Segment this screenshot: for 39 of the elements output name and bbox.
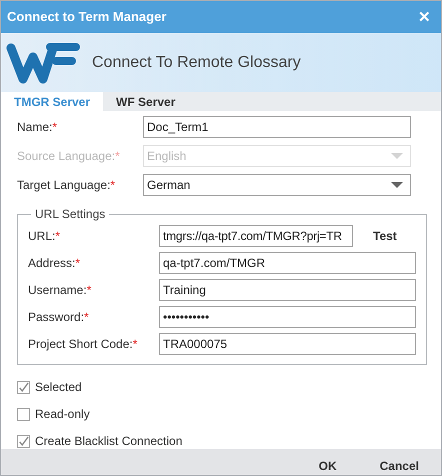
field-label: Project Short Code: [28,336,133,353]
checkbox[interactable] [17,380,30,394]
field-label: Name: [17,119,52,136]
field-label: Source Language: [17,148,116,165]
dropdown-arrow-icon [391,153,403,159]
field-label: Address: [28,255,76,272]
banner-heading: Connect To Remote Glossary [92,52,301,72]
dialog-button[interactable]: Cancel [380,456,419,474]
input-field[interactable]: ••••••••••• [159,306,416,328]
checkbox[interactable] [17,434,30,448]
required-mark: * [86,282,92,299]
logo-icon [6,40,80,84]
dropdown-arrow-icon [391,182,403,188]
field-label: URL: [28,228,56,245]
required-mark: * [52,119,58,136]
required-mark: * [55,228,60,245]
test-button[interactable]: Test [373,227,397,245]
dropdown[interactable]: German [143,174,411,196]
checkbox-label: Create Blacklist Connection [35,433,182,450]
required-mark: * [110,177,116,194]
input-field[interactable]: qa-tpt7.com/TMGR [159,252,416,274]
checkbox-label: Read-only [35,406,90,423]
required-mark: * [132,336,138,353]
field-label: Password: [28,309,84,326]
checkbox[interactable] [17,408,30,420]
window-title: Connect to Term Manager [7,8,166,26]
dialog-button[interactable]: OK [318,456,337,474]
field-label: Username: [28,282,87,299]
input-field[interactable]: Training [159,279,416,301]
required-mark: * [75,255,80,272]
checkbox-label: Selected [35,379,82,396]
required-mark: * [115,148,120,165]
input-field[interactable]: tmgrs://qa-tpt7.com/TMGR?prj=TR [159,225,353,247]
required-mark: * [84,309,89,326]
input-field[interactable]: TRA000075 [159,333,416,355]
group-legend: URL Settings [31,205,110,223]
field-label: Target Language: [17,177,110,194]
tab[interactable]: WF Server [103,92,196,111]
input-field[interactable]: Doc_Term1 [143,116,411,138]
